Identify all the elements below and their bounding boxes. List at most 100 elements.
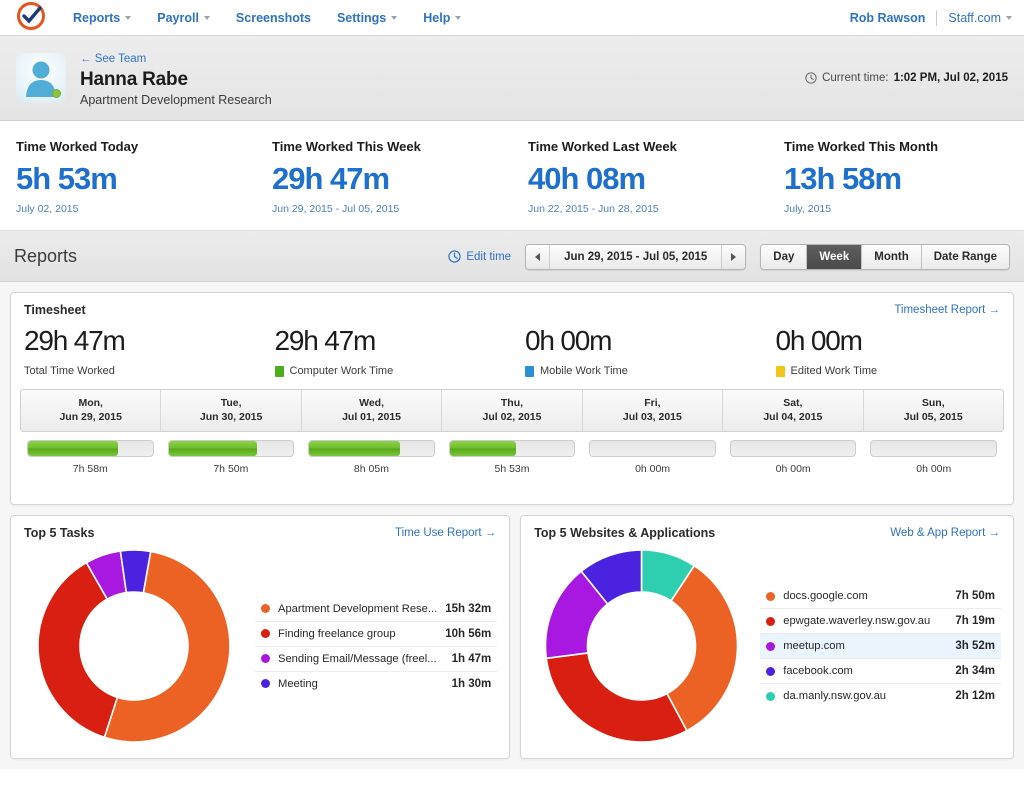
stat-label: Time Worked This Month [784, 139, 1024, 154]
computer-work-time: 29h 47m Computer Work Time [262, 325, 513, 377]
legend-row[interactable]: facebook.com2h 34m [760, 659, 1001, 684]
checkmark-icon [21, 5, 43, 27]
clock-edit-icon [448, 250, 461, 263]
legend-value: 1h 47m [452, 653, 492, 665]
stat-card-last-week: Time Worked Last Week 40h 08m Jun 22, 20… [512, 139, 768, 230]
chevron-down-icon [455, 16, 461, 20]
stat-subtext: July, 2015 [784, 203, 1024, 215]
nav-label: Settings [337, 11, 386, 25]
day-header-row: Mon,Jun 29, 2015Tue,Jun 30, 2015Wed,Jul … [20, 389, 1004, 432]
legend-row[interactable]: Meeting1h 30m [255, 672, 497, 696]
profile-header: ← See Team Hanna Rabe Apartment Developm… [0, 36, 1024, 121]
total-label: Mobile Work Time [525, 365, 763, 377]
day-bar-cell[interactable]: 0h 00m [723, 440, 864, 475]
legend-label: Apartment Development Rese... [278, 603, 437, 615]
date-range-label[interactable]: Jun 29, 2015 - Jul 05, 2015 [550, 251, 721, 263]
legend-color-dot [261, 654, 270, 663]
day-bar-cell[interactable]: 8h 05m [301, 440, 442, 475]
day-bar-value: 5h 53m [449, 463, 576, 475]
staff-logo[interactable] [14, 1, 48, 35]
nav-item-settings[interactable]: Settings [324, 11, 410, 25]
charts-row: Top 5 Tasks Time Use Report → Apartment … [10, 515, 1014, 759]
nav-item-help[interactable]: Help [410, 11, 474, 25]
stat-label: Time Worked This Week [272, 139, 512, 154]
web-app-report-link[interactable]: Web & App Report → [890, 527, 1000, 539]
period-button-date-range[interactable]: Date Range [922, 245, 1009, 269]
see-team-link[interactable]: ← See Team [80, 52, 146, 66]
previous-period-button[interactable] [526, 245, 550, 269]
nav-item-reports[interactable]: Reports [60, 11, 144, 25]
panel-title: Timesheet [24, 303, 86, 317]
chevron-down-icon [125, 16, 131, 20]
brand-menu[interactable]: Staff.com [937, 11, 1012, 25]
legend-color-dot [261, 629, 270, 638]
avatar[interactable] [16, 53, 66, 103]
day-of-week: Wed, [302, 396, 441, 410]
top-navigation-bar: Reports Payroll Screenshots Settings Hel… [0, 0, 1024, 36]
nav-item-payroll[interactable]: Payroll [144, 11, 223, 25]
total-label: Total Time Worked [24, 365, 262, 377]
period-button-month[interactable]: Month [862, 245, 921, 269]
day-of-week: Fri, [583, 396, 722, 410]
period-button-day[interactable]: Day [761, 245, 807, 269]
account-menu: Rob Rawson Staff.com [850, 0, 1012, 36]
day-bar-cell[interactable]: 5h 53m [442, 440, 583, 475]
account-user-link[interactable]: Rob Rawson [850, 11, 937, 25]
day-header-cell: Fri,Jul 03, 2015 [583, 390, 723, 431]
legend-color-dot [766, 592, 775, 601]
legend-label: epwgate.waverley.nsw.gov.au [783, 615, 947, 627]
donut-slice[interactable] [667, 566, 738, 731]
legend-row[interactable]: docs.google.com7h 50m [760, 584, 1001, 609]
day-date: Jun 30, 2015 [161, 410, 300, 424]
total-label: Edited Work Time [776, 365, 1014, 377]
timesheet-report-link[interactable]: Timesheet Report → [894, 304, 1000, 316]
legend-row[interactable]: Sending Email/Message (freel...1h 47m [255, 647, 497, 672]
timesheet-panel-header: Timesheet Timesheet Report → [11, 293, 1013, 323]
legend-row[interactable]: meetup.com3h 52m [760, 634, 1001, 659]
nav-item-screenshots[interactable]: Screenshots [223, 11, 324, 25]
day-bar-fill [169, 441, 257, 456]
legend-row[interactable]: Finding freelance group10h 56m [255, 622, 497, 647]
day-header-cell: Mon,Jun 29, 2015 [21, 390, 161, 431]
websites-legend: docs.google.com7h 50mepwgate.waverley.ns… [754, 584, 1005, 708]
stat-card-this-week: Time Worked This Week 29h 47m Jun 29, 20… [256, 139, 512, 230]
time-use-report-link[interactable]: Time Use Report → [395, 527, 496, 539]
donut-slice[interactable] [547, 653, 687, 742]
day-bar-cell[interactable]: 7h 50m [161, 440, 302, 475]
edited-work-time: 0h 00m Edited Work Time [763, 325, 1014, 377]
chevron-down-icon [204, 16, 210, 20]
next-period-button[interactable] [721, 245, 745, 269]
edit-time-button[interactable]: Edit time [448, 250, 511, 263]
legend-row[interactable]: epwgate.waverley.nsw.gov.au7h 19m [760, 609, 1001, 634]
stat-value: 29h 47m [272, 161, 512, 197]
total-label-text: Computer Work Time [290, 365, 394, 377]
day-bar-cell[interactable]: 0h 00m [582, 440, 723, 475]
day-bar-fill [450, 441, 516, 456]
total-time-worked: 29h 47m Total Time Worked [11, 325, 262, 377]
total-value: 29h 47m [24, 325, 262, 357]
legend-color-dot [766, 667, 775, 676]
current-time: Current time: 1:02 PM, Jul 02, 2015 [805, 72, 1008, 84]
period-button-week[interactable]: Week [807, 245, 862, 269]
legend-swatch-edited [776, 366, 785, 377]
profile-text: ← See Team Hanna Rabe Apartment Developm… [80, 48, 272, 108]
weekly-timesheet-table: Mon,Jun 29, 2015Tue,Jun 30, 2015Wed,Jul … [20, 389, 1004, 475]
day-date: Jul 03, 2015 [583, 410, 722, 424]
legend-color-dot [766, 642, 775, 651]
day-bar-cell[interactable]: 0h 00m [863, 440, 1004, 475]
brand-label: Staff.com [948, 11, 1001, 25]
legend-value: 2h 12m [955, 690, 995, 702]
day-bar-cell[interactable]: 7h 58m [20, 440, 161, 475]
day-of-week: Sun, [864, 396, 1003, 410]
stat-subtext: Jun 29, 2015 - Jul 05, 2015 [272, 203, 512, 215]
day-of-week: Sat, [723, 396, 862, 410]
nav-label: Screenshots [236, 11, 311, 25]
day-bar-track [730, 440, 857, 457]
legend-row[interactable]: Apartment Development Rese...15h 32m [255, 597, 497, 622]
legend-row[interactable]: da.manly.nsw.gov.au2h 12m [760, 684, 1001, 708]
nav-label: Payroll [157, 11, 199, 25]
day-header-cell: Sun,Jul 05, 2015 [864, 390, 1003, 431]
day-bars-row: 7h 58m7h 50m8h 05m5h 53m0h 00m0h 00m0h 0… [20, 440, 1004, 475]
date-range-navigator: Jun 29, 2015 - Jul 05, 2015 [525, 244, 746, 270]
total-value: 0h 00m [525, 325, 763, 357]
